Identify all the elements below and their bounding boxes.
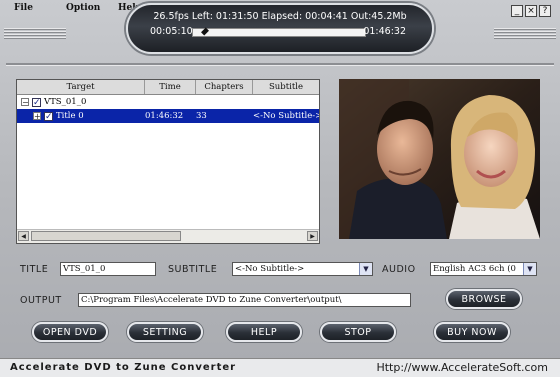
title-table: Target Time Chapters Subtitle − ✓ VTS_01… (16, 79, 320, 244)
scroll-left-icon[interactable]: ◀ (18, 231, 29, 241)
col-subtitle[interactable]: Subtitle (253, 80, 319, 94)
total-time: 01:46:32 (363, 26, 406, 37)
seek-bar[interactable] (192, 27, 366, 37)
preview-frame-image (339, 79, 540, 239)
row-target: Title 0 (56, 111, 84, 121)
close-button[interactable]: × (525, 5, 537, 17)
row-checkbox[interactable]: ✓ (44, 111, 53, 121)
conversion-stats: 26.5fps Left: 01:31:50 Elapsed: 00:04:41… (153, 11, 407, 22)
divider (6, 63, 554, 66)
chevron-down-icon[interactable]: ▼ (523, 263, 536, 275)
seek-knob-icon[interactable] (200, 27, 209, 36)
open-dvd-button[interactable]: OPEN DVD (32, 322, 108, 342)
horizontal-scrollbar[interactable]: ◀ ▶ (17, 229, 319, 243)
audio-select[interactable]: English AC3 6ch (0 ▼ (430, 262, 537, 276)
chevron-down-icon[interactable]: ▼ (359, 263, 372, 275)
app-title: Accelerate DVD to Zune Converter (10, 362, 237, 373)
website-link[interactable]: Http://www.AccelerateSoft.com (376, 361, 548, 374)
row-time: 01:46:32 (145, 111, 184, 121)
title-label: TITLE (20, 264, 49, 275)
title-field[interactable]: VTS_01_0 (60, 262, 156, 276)
audio-value: English AC3 6ch (0 (433, 264, 516, 274)
scroll-thumb[interactable] (31, 231, 181, 241)
table-header: Target Time Chapters Subtitle (17, 80, 319, 95)
audio-label: AUDIO (382, 264, 416, 275)
menu-file[interactable]: File (0, 0, 52, 16)
subtitle-select[interactable]: <-No Subtitle-> ▼ (232, 262, 373, 276)
col-target[interactable]: Target (17, 80, 145, 94)
footer-bar: Accelerate DVD to Zune Converter Http://… (0, 358, 560, 377)
current-time: 00:05:10 (150, 26, 193, 37)
row-subtitle: <-No Subtitle-> (253, 111, 319, 121)
help-action-button[interactable]: HELP (226, 322, 302, 342)
menu-option[interactable]: Option (52, 0, 104, 16)
setting-button[interactable]: SETTING (127, 322, 203, 342)
row-chapters: 33 (196, 111, 207, 121)
collapse-icon[interactable]: − (21, 98, 29, 107)
status-display: 26.5fps Left: 01:31:50 Elapsed: 00:04:41… (126, 3, 434, 54)
right-stripes (494, 28, 556, 40)
browse-button[interactable]: BROWSE (446, 289, 522, 309)
row-checkbox[interactable]: ✓ (32, 97, 41, 107)
stop-button[interactable]: STOP (320, 322, 396, 342)
col-chapters[interactable]: Chapters (196, 80, 253, 94)
subtitle-label: SUBTITLE (168, 264, 218, 275)
table-row[interactable]: − ✓ VTS_01_0 (17, 95, 319, 109)
row-target: VTS_01_0 (44, 97, 87, 107)
left-stripes (4, 28, 66, 40)
subtitle-value: <-No Subtitle-> (235, 264, 305, 274)
buy-now-button[interactable]: BUY NOW (434, 322, 510, 342)
scroll-right-icon[interactable]: ▶ (307, 231, 318, 241)
output-path-field[interactable]: C:\Program Files\Accelerate DVD to Zune … (78, 293, 411, 307)
output-label: OUTPUT (20, 295, 62, 306)
table-row-selected[interactable]: + ✓ Title 0 01:46:32 33 <-No Subtitle-> (17, 109, 319, 123)
video-preview (339, 79, 540, 239)
app-window: File Option Help _ × ? 26.5fps Left: 01:… (0, 0, 560, 377)
minimize-button[interactable]: _ (511, 5, 523, 17)
help-button[interactable]: ? (539, 5, 551, 17)
col-time[interactable]: Time (145, 80, 196, 94)
expand-icon[interactable]: + (33, 112, 41, 121)
